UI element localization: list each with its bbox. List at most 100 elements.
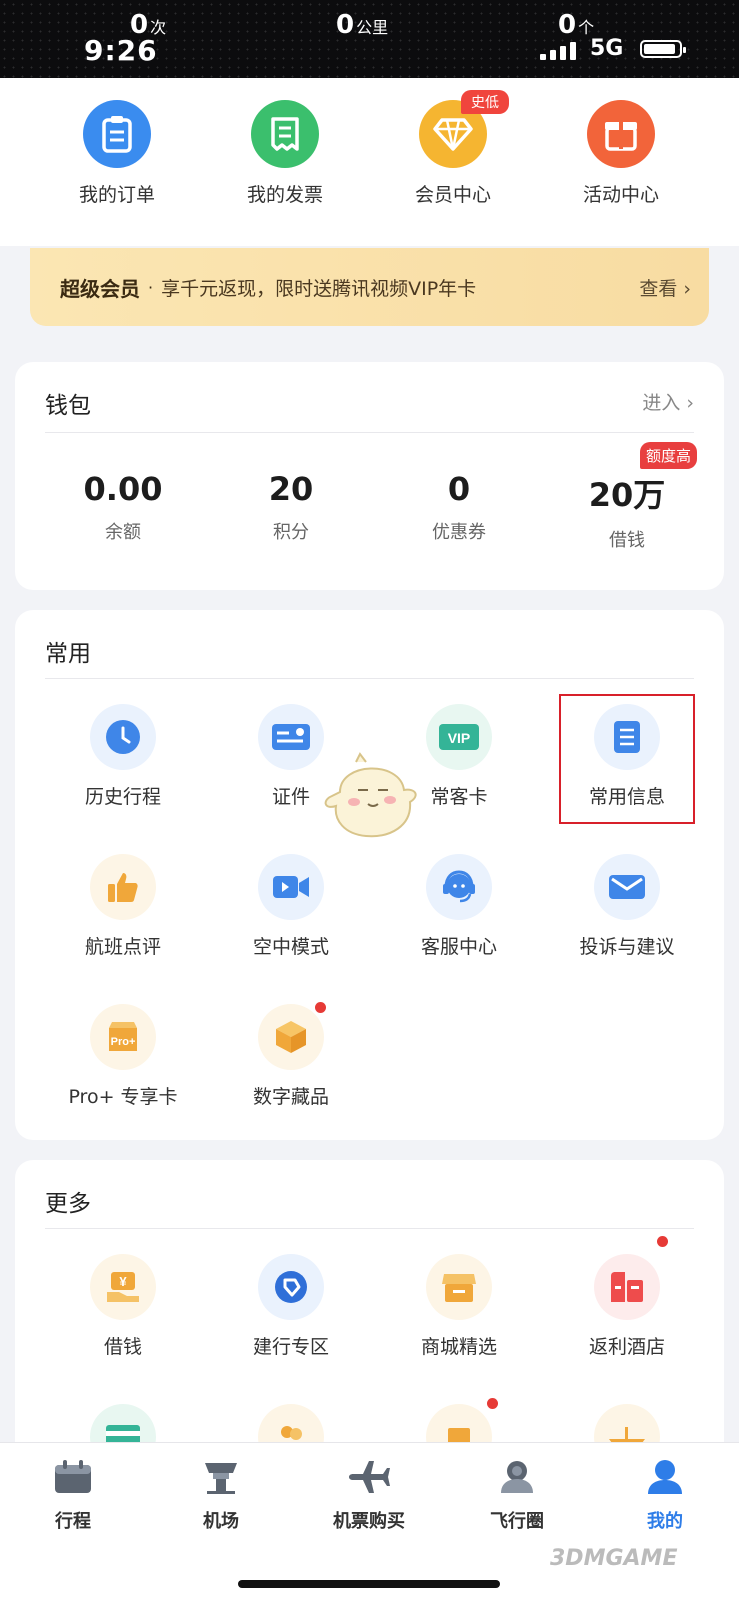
signal-icon [540, 42, 576, 60]
member-center-button[interactable]: 史低 会员中心 [378, 90, 528, 207]
banner-view-link[interactable]: 查看 › [639, 274, 691, 301]
wallet-value: 0 [447, 470, 471, 508]
my-invoices-button[interactable]: 我的发票 [210, 100, 360, 207]
clock: 9:26 [84, 34, 158, 67]
wallet-value: 0.00 [83, 470, 163, 508]
calendar-icon [55, 1460, 91, 1493]
more-card: 更多 ¥ 借钱 建行专区 商城精选 返利酒店 [15, 1160, 724, 1470]
loan-item[interactable]: ¥ 借钱 [38, 1254, 208, 1359]
wallet-label: 积分 [273, 522, 309, 543]
wallet-enter-link[interactable]: 进入 › [642, 388, 694, 415]
history-trips-item[interactable]: 历史行程 [38, 704, 208, 809]
tab-flight-circle[interactable]: 飞行圈 [462, 1459, 572, 1533]
vip-card-icon: VIP [426, 704, 492, 770]
grid-label: 客服中心 [420, 936, 497, 958]
watermark-logo: 3DMGAME [550, 1546, 678, 1571]
mascot-icon [320, 750, 420, 846]
notification-dot [487, 1398, 498, 1409]
banner-title: 超级会员 [60, 276, 140, 301]
grid-label: 建行专区 [252, 1336, 329, 1358]
my-orders-button[interactable]: 我的订单 [42, 100, 192, 207]
highlight-box [559, 694, 695, 824]
id-card-icon [258, 704, 324, 770]
tab-airport[interactable]: 机场 [166, 1459, 276, 1533]
grid-label: 商城精选 [420, 1336, 497, 1358]
grid-label: 投诉与建议 [579, 936, 675, 958]
common-card: 常用 历史行程 证件 VIP 常客卡 常用信息 航班点评 空中模式 客服中心 投… [15, 610, 724, 1140]
wallet-value: 20万 [588, 476, 666, 514]
super-member-banner[interactable]: 超级会员 · 享千元返现，限时送腾讯视频VIP年卡 查看 › [30, 248, 709, 326]
airport-tower-icon [205, 1463, 237, 1494]
cities-count: 0个 [558, 10, 595, 40]
wallet-label: 余额 [105, 522, 141, 543]
notification-dot [315, 1002, 326, 1013]
banner-text: 享千元返现，限时送腾讯视频VIP年卡 [161, 277, 477, 300]
quick-actions-panel: 我的订单 我的发票 史低 会员中心 活动中心 [0, 78, 739, 246]
thumbs-up-icon [90, 854, 156, 920]
svg-text:VIP: VIP [448, 730, 471, 746]
tab-itinerary[interactable]: 行程 [18, 1459, 128, 1533]
order-clipboard-icon [83, 100, 151, 168]
community-icon [501, 1461, 533, 1493]
home-indicator [238, 1580, 500, 1588]
pro-card-item[interactable]: Pro+ Pro+ 专享卡 [38, 1004, 208, 1109]
clock-icon [90, 704, 156, 770]
status-bar: 0次 0 公里 0个 9:26 5G [0, 0, 739, 78]
more-title: 更多 [45, 1191, 91, 1217]
activity-center-button[interactable]: 活动中心 [546, 100, 696, 207]
tab-label: 行程 [55, 1511, 91, 1532]
quick-action-label: 会员中心 [414, 184, 491, 206]
shop-icon [426, 1254, 492, 1320]
headset-icon [426, 854, 492, 920]
rebate-hotel-item[interactable]: 返利酒店 [542, 1236, 712, 1359]
profile-icon [648, 1460, 682, 1494]
wallet-points[interactable]: 20 积分 [206, 470, 376, 544]
wallet-balance[interactable]: 0.00 余额 [38, 470, 208, 544]
quick-action-label: 活动中心 [582, 184, 659, 206]
pro-card-icon: Pro+ [90, 1004, 156, 1070]
banner-separator: · [148, 277, 154, 297]
tab-mine[interactable]: 我的 [610, 1459, 720, 1533]
common-title: 常用 [45, 641, 91, 667]
divider [45, 1228, 694, 1229]
network-type: 5G [590, 36, 624, 61]
grid-label: 数字藏品 [252, 1086, 329, 1108]
inflight-mode-item[interactable]: 空中模式 [206, 854, 376, 959]
divider [45, 678, 694, 679]
tab-label: 机场 [203, 1511, 239, 1532]
invoice-receipt-icon [251, 100, 319, 168]
high-limit-badge: 额度高 [640, 442, 698, 469]
digital-collectibles-item[interactable]: 数字藏品 [206, 1002, 376, 1109]
svg-text:¥: ¥ [119, 1274, 127, 1289]
mall-item[interactable]: 商城精选 [374, 1254, 544, 1359]
svg-text:Pro+: Pro+ [111, 1036, 136, 1048]
mail-icon [594, 854, 660, 920]
grid-label: 历史行程 [84, 786, 161, 808]
wallet-loan[interactable]: 20万 借钱 [542, 470, 712, 552]
tab-label: 机票购买 [333, 1511, 405, 1532]
wallet-title: 钱包 [45, 393, 91, 419]
grid-label: Pro+ 专享卡 [68, 1086, 178, 1108]
battery-icon [640, 40, 686, 58]
gift-icon [587, 100, 655, 168]
notification-dot [657, 1236, 668, 1247]
wallet-coupons[interactable]: 0 优惠券 [374, 470, 544, 544]
grid-label: 空中模式 [252, 936, 329, 958]
ccb-zone-item[interactable]: 建行专区 [206, 1254, 376, 1359]
wallet-card: 钱包 进入 › 0.00 余额 20 积分 0 优惠券 20万 借钱 额度高 [15, 362, 724, 590]
flight-review-item[interactable]: 航班点评 [38, 854, 208, 959]
grid-label: 航班点评 [84, 936, 161, 958]
loan-yen-icon: ¥ [90, 1254, 156, 1320]
ccb-bank-icon [258, 1254, 324, 1320]
bottom-tab-bar: 行程 机场 机票购买 飞行圈 我的 [0, 1442, 739, 1601]
tab-label: 飞行圈 [490, 1511, 544, 1532]
divider [45, 432, 694, 433]
quick-action-label: 我的发票 [246, 184, 323, 206]
grid-label: 返利酒店 [588, 1336, 665, 1358]
wallet-label: 借钱 [609, 530, 645, 551]
feedback-item[interactable]: 投诉与建议 [542, 854, 712, 959]
customer-service-item[interactable]: 客服中心 [374, 854, 544, 959]
cube-icon [258, 1002, 326, 1070]
tab-buy-tickets[interactable]: 机票购买 [314, 1459, 424, 1533]
grid-label: 借钱 [103, 1336, 142, 1358]
